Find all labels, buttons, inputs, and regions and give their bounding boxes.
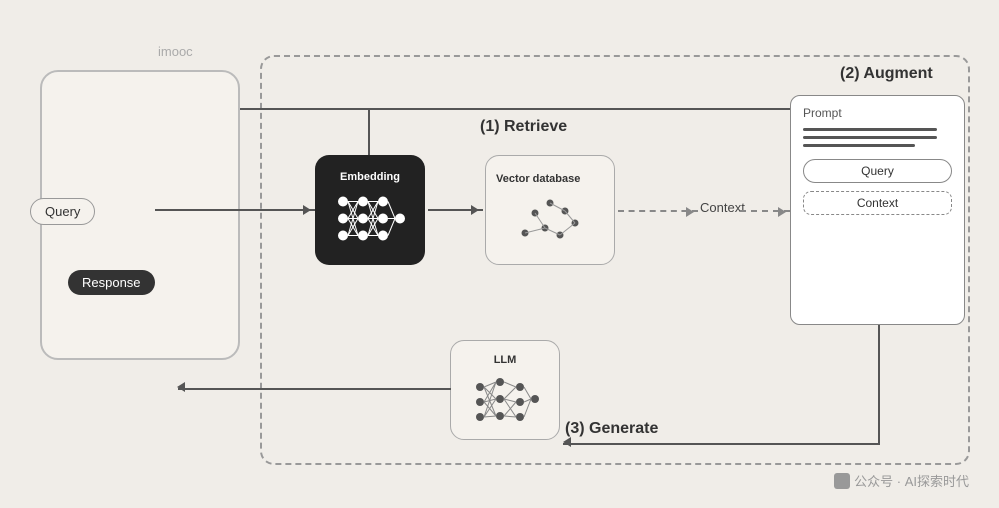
embedding-box: Embedding <box>315 155 425 265</box>
prompt-query-pill: Query <box>803 159 952 183</box>
llm-box: LLM <box>450 340 560 440</box>
llm-to-response-line <box>178 388 451 390</box>
llm-to-response-arrowhead <box>172 382 185 392</box>
query-top-line <box>240 108 800 110</box>
prompt-context-pill: Context <box>803 191 952 215</box>
prompt-lines <box>803 128 952 147</box>
section-augment-label: (2) Augment <box>840 65 933 83</box>
embedding-to-vdb-arrow <box>428 209 483 211</box>
context-dashed-line <box>618 210 698 212</box>
prompt-title: Prompt <box>803 106 952 120</box>
llm-label: LLM <box>494 354 517 366</box>
watermark-text: 公众号 · AI探索时代 <box>854 471 969 490</box>
imooc-label: imooc <box>158 44 193 59</box>
prompt-line-1 <box>803 128 937 131</box>
query-bubble: Query <box>30 198 95 225</box>
prompt-to-llm-horizontal <box>563 443 880 445</box>
prompt-line-2 <box>803 136 937 139</box>
prompt-line-3 <box>803 144 915 147</box>
context-label: Context <box>700 200 745 215</box>
wechat-icon <box>834 473 850 489</box>
embedding-label: Embedding <box>340 171 400 183</box>
section-retrieve-label: (1) Retrieve <box>480 118 567 136</box>
llm-neural-network-icon <box>470 372 540 427</box>
prompt-box: Prompt Query Context <box>790 95 965 325</box>
vdb-label: Vector database <box>486 173 580 185</box>
vector-database-box: Vector database <box>485 155 615 265</box>
query-to-embedding-arrow <box>155 209 315 211</box>
section-generate-label: (3) Generate <box>565 420 658 438</box>
prompt-to-llm-arrowhead <box>558 437 571 447</box>
response-bubble: Response <box>68 270 155 295</box>
watermark: 公众号 · AI探索时代 <box>834 471 969 490</box>
vector-database-icon <box>505 193 595 248</box>
prompt-to-llm-vertical <box>878 325 880 445</box>
embedding-neural-network-icon <box>335 189 405 249</box>
context-to-prompt-line <box>740 210 790 212</box>
